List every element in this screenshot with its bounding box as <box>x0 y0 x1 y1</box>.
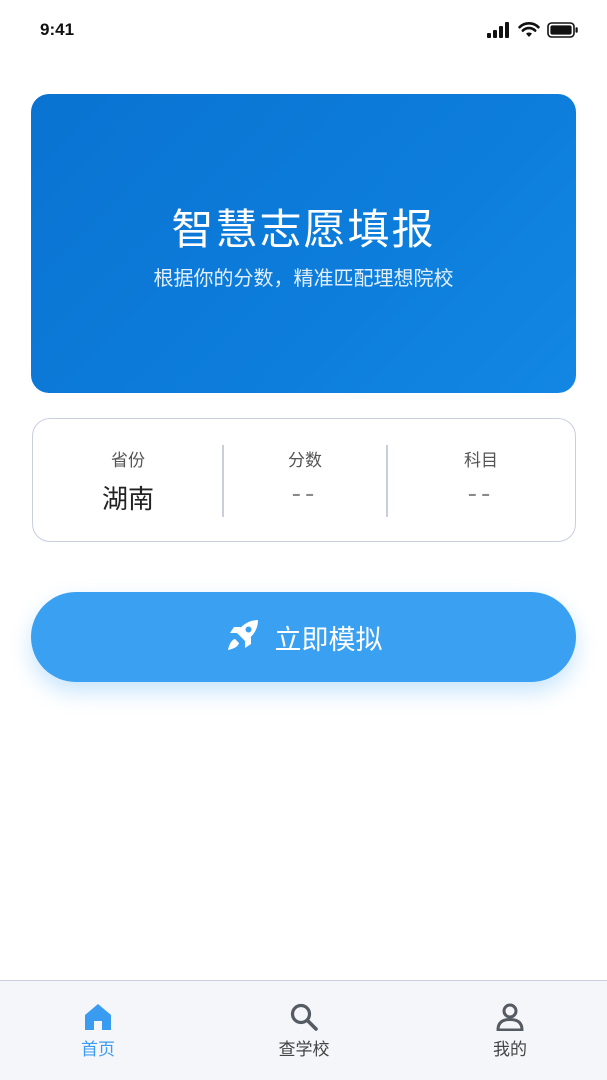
subject-field[interactable]: 科目 -- <box>387 419 575 541</box>
score-field[interactable]: 分数 -- <box>223 419 387 541</box>
wifi-icon <box>518 22 540 38</box>
score-info-card: 省份 湖南 分数 -- 科目 -- <box>32 418 576 542</box>
simulate-button-label: 立即模拟 <box>274 624 383 656</box>
user-icon <box>495 1003 525 1035</box>
status-time: 9:41 <box>40 20 75 39</box>
rocket-icon <box>225 617 261 657</box>
province-label: 省份 <box>111 451 145 471</box>
hero-title: 智慧志愿填报 <box>171 205 436 254</box>
tab-home-label: 首页 <box>81 1040 115 1060</box>
hero-banner: 智慧志愿填报 根据你的分数，精准匹配理想院校 <box>31 94 576 393</box>
status-icons <box>487 22 579 38</box>
signal-icon <box>487 22 511 38</box>
score-value: -- <box>291 479 319 509</box>
home-icon <box>83 1003 113 1035</box>
hero-subtitle: 根据你的分数，精准匹配理想院校 <box>153 266 454 290</box>
battery-icon <box>547 22 579 38</box>
simulate-button[interactable]: 立即模拟 <box>31 592 576 682</box>
subject-label: 科目 <box>464 451 498 471</box>
province-value: 湖南 <box>101 485 154 515</box>
tab-mine-label: 我的 <box>493 1040 527 1060</box>
search-icon <box>289 1003 319 1035</box>
province-field[interactable]: 省份 湖南 <box>33 419 223 541</box>
score-label: 分数 <box>288 451 322 471</box>
subject-value: -- <box>467 479 495 509</box>
tab-search-label: 查学校 <box>278 1040 330 1060</box>
status-bar: 9:41 <box>0 0 607 60</box>
app-screen: 9:41 智慧志愿填报 根据你的分数，精准匹配理想院校 省份 湖南 分数 -- … <box>0 0 607 1080</box>
tab-mine[interactable]: 我的 <box>440 981 580 1080</box>
tab-search-school[interactable]: 查学校 <box>234 981 374 1080</box>
tab-bar: 首页 查学校 我的 <box>0 980 607 1080</box>
tab-home[interactable]: 首页 <box>28 981 168 1080</box>
